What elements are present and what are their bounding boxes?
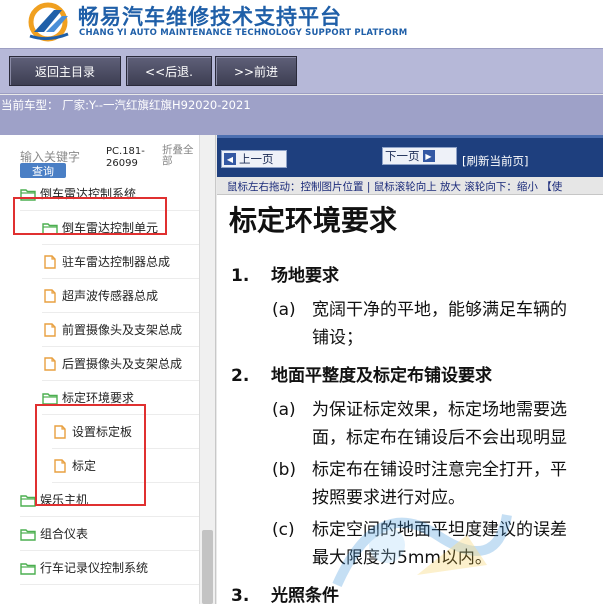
- tree-item[interactable]: 行车记录仪控制系统: [20, 551, 200, 585]
- fold-all-button[interactable]: 折叠全部: [162, 145, 198, 167]
- doc-paragraph-cont: 按照要求进行对应。: [312, 488, 465, 508]
- doc-paragraph-cont: 面，标定布在铺设后不会出现明显: [312, 428, 567, 448]
- scroll-thumb[interactable]: [202, 530, 213, 604]
- tree-item[interactable]: 超声波传感器总成: [42, 279, 200, 313]
- section-heading: 1. 场地要求: [231, 266, 339, 286]
- document-content: 标定环境要求 1. 场地要求 (a) 宽阔干净的平地，能够满足车辆的 铺设； 2. 地…: [217, 195, 603, 604]
- doc-paragraph: (a) 为保证标定效果，标定场地需要选: [272, 400, 567, 420]
- forward-button[interactable]: >>前进: [215, 56, 297, 86]
- tree-item[interactable]: 标定: [52, 449, 200, 483]
- tree-item-label: 组合仪表: [40, 527, 89, 541]
- doc-title: 标定环境要求: [229, 204, 398, 237]
- current-model-bar: 当前车型： 厂家:Y--一汽红旗红旗H92020-2021: [0, 95, 603, 135]
- next-page-label: 下一页: [385, 149, 420, 163]
- tree-scrollbar[interactable]: [199, 135, 215, 604]
- file-icon: [42, 254, 58, 269]
- doc-paragraph: (b) 标定布在铺设时注意完全打开，平: [272, 460, 567, 480]
- tree-item[interactable]: 前置摄像头及支架总成: [42, 313, 200, 347]
- prev-page-button[interactable]: ◀ 上一页: [221, 150, 287, 168]
- brand-title: 畅易汽车维修技术支持平台: [78, 5, 342, 29]
- tree-item-label: 超声波传感器总成: [62, 289, 159, 303]
- tree-item[interactable]: 后置摄像头及支架总成: [42, 347, 200, 381]
- document-panel: ◀ 上一页 下一页 ▶ [刷新当前页] 鼠标左右拖动：控制图片位置 | 鼠标滚轮…: [217, 135, 603, 604]
- mouse-hint: 鼠标左右拖动：控制图片位置 | 鼠标滚轮向上 放大 滚轮向下：缩小 【使: [217, 177, 603, 195]
- folder-icon: [20, 187, 36, 201]
- page-nav-bar: ◀ 上一页 下一页 ▶ [刷新当前页]: [217, 135, 603, 177]
- tree-item[interactable]: 倒车雷达控制单元: [42, 211, 200, 245]
- file-icon: [52, 458, 68, 473]
- prev-page-label: 上一页: [239, 152, 274, 166]
- file-icon: [42, 288, 58, 303]
- next-page-button[interactable]: 下一页 ▶: [382, 147, 457, 165]
- doc-paragraph: (c) 标定空间的地面平坦度建议的误差: [272, 520, 567, 540]
- tree-item[interactable]: 驻车雷达控制器总成: [42, 245, 200, 279]
- folder-icon: [20, 493, 36, 507]
- folder-icon: [42, 391, 58, 405]
- section-heading: 3. 光照条件: [231, 586, 339, 604]
- doc-paragraph: (a) 宽阔干净的平地，能够满足车辆的: [272, 300, 567, 320]
- tree-item-label: 驻车雷达控制器总成: [62, 255, 171, 269]
- file-icon: [52, 424, 68, 439]
- app-header: 畅易汽车维修技术支持平台 CHANG YI AUTO MAINTENANCE T…: [0, 0, 603, 48]
- tree-item-label: 后置摄像头及支架总成: [62, 357, 183, 371]
- brand-subtitle: CHANG YI AUTO MAINTENANCE TECHNOLOGY SUP…: [79, 28, 408, 38]
- tree-item[interactable]: 标定环境要求: [42, 381, 200, 415]
- file-icon: [42, 322, 58, 337]
- doc-paragraph-cont: 最大限度为5mm以内。: [312, 548, 492, 568]
- arrow-right-icon: ▶: [422, 150, 435, 162]
- refresh-page-link[interactable]: [刷新当前页]: [462, 153, 528, 169]
- arrow-left-icon: ◀: [224, 153, 236, 165]
- tree-item-label: 前置摄像头及支架总成: [62, 323, 183, 337]
- tree-item-label: 倒车雷达控制单元: [62, 221, 159, 235]
- folder-icon: [20, 561, 36, 575]
- tree-item-label: 标定环境要求: [62, 391, 135, 405]
- chang-yi-logo-icon: [28, 2, 69, 42]
- tree-item-label: 设置标定板: [72, 425, 133, 439]
- folder-icon: [20, 527, 36, 541]
- tree-item[interactable]: 组合仪表: [20, 517, 200, 551]
- main-toolbar: 返回主目录 <<后退. >>前进: [0, 48, 603, 94]
- tree-item[interactable]: 设置标定板: [52, 415, 200, 449]
- tree-item-label: 倒车雷达控制系统: [40, 187, 137, 201]
- file-icon: [42, 356, 58, 371]
- folder-icon: [42, 221, 58, 235]
- catalog-panel: 输入关键字 查询 PC.181-26099 折叠全部 倒车雷达控制系统 倒车雷达控…: [0, 135, 216, 604]
- current-model-label: 当前车型： 厂家:Y--一汽红旗红旗H92020-2021: [1, 98, 251, 112]
- tree-item[interactable]: 娱乐主机: [20, 483, 200, 517]
- tree-item[interactable]: 倒车雷达控制系统: [20, 177, 200, 211]
- doc-paragraph-cont: 铺设；: [312, 328, 363, 348]
- tree-item-label: 行车记录仪控制系统: [40, 561, 149, 575]
- tree-item-label: 标定: [72, 459, 97, 473]
- section-heading: 2. 地面平整度及标定布铺设要求: [231, 366, 492, 386]
- home-button[interactable]: 返回主目录: [9, 56, 121, 86]
- search-button[interactable]: 查询: [20, 163, 66, 178]
- pc-code: PC.181-26099: [106, 146, 145, 169]
- tree-item-label: 娱乐主机: [40, 493, 89, 507]
- back-button[interactable]: <<后退.: [126, 56, 212, 86]
